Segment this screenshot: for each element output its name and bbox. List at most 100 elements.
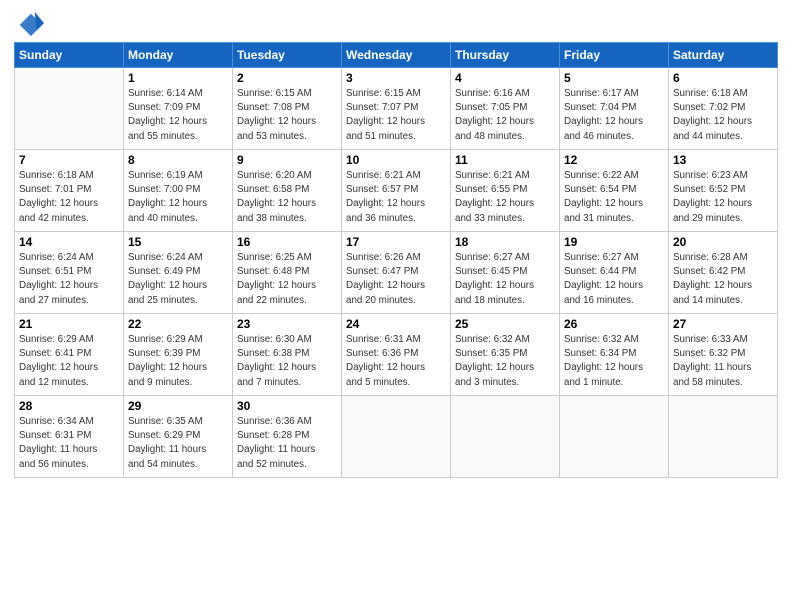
- calendar-cell: 26 Sunrise: 6:32 AMSunset: 6:34 PMDayligh…: [560, 314, 669, 396]
- day-number: 6: [673, 71, 773, 85]
- day-info: Sunrise: 6:31 AMSunset: 6:36 PMDaylight:…: [346, 333, 446, 390]
- day-number: 16: [237, 235, 337, 249]
- day-number: 21: [19, 317, 119, 331]
- calendar-cell: [560, 396, 669, 478]
- day-info: Sunrise: 6:30 AMSunset: 6:38 PMDaylight:…: [237, 333, 337, 390]
- day-info: Sunrise: 6:19 AMSunset: 7:00 PMDaylight:…: [128, 169, 228, 226]
- day-number: 24: [346, 317, 446, 331]
- day-number: 10: [346, 153, 446, 167]
- day-number: 11: [455, 153, 555, 167]
- day-info: Sunrise: 6:15 AMSunset: 7:07 PMDaylight:…: [346, 87, 446, 144]
- calendar-week-row: 14Sunrise: 6:24 AMSunset: 6:51 PMDayligh…: [15, 232, 778, 314]
- calendar-cell: 23Sunrise: 6:30 AMSunset: 6:38 PMDayligh…: [233, 314, 342, 396]
- calendar-day-header: Thursday: [451, 43, 560, 68]
- calendar-week-row: 7 Sunrise: 6:18 AMSunset: 7:01 PMDaylight…: [15, 150, 778, 232]
- day-number: 9: [237, 153, 337, 167]
- day-number: 13: [673, 153, 773, 167]
- calendar-cell: 16 Sunrise: 6:25 AMSunset: 6:48 PMDayligh…: [233, 232, 342, 314]
- day-info: Sunrise: 6:18 AMSunset: 7:01 PMDaylight:…: [19, 169, 119, 226]
- calendar-day-header: Tuesday: [233, 43, 342, 68]
- calendar-day-header: Friday: [560, 43, 669, 68]
- day-info: Sunrise: 6:35 AMSunset: 6:29 PMDaylight:…: [128, 415, 228, 472]
- calendar-cell: 29 Sunrise: 6:35 AMSunset: 6:29 PMDayligh…: [124, 396, 233, 478]
- day-info: Sunrise: 6:21 AMSunset: 6:55 PMDaylight:…: [455, 169, 555, 226]
- day-info: Sunrise: 6:17 AMSunset: 7:04 PMDaylight:…: [564, 87, 664, 144]
- day-info: Sunrise: 6:24 AMSunset: 6:51 PMDaylight:…: [19, 251, 119, 308]
- calendar-cell: 19 Sunrise: 6:27 AMSunset: 6:44 PMDayligh…: [560, 232, 669, 314]
- day-number: 5: [564, 71, 664, 85]
- day-number: 19: [564, 235, 664, 249]
- day-number: 28: [19, 399, 119, 413]
- logo-icon: [16, 10, 44, 38]
- day-number: 1: [128, 71, 228, 85]
- calendar-cell: [342, 396, 451, 478]
- day-info: Sunrise: 6:29 AMSunset: 6:39 PMDaylight:…: [128, 333, 228, 390]
- calendar-cell: 20 Sunrise: 6:28 AMSunset: 6:42 PMDayligh…: [669, 232, 778, 314]
- calendar-cell: 14Sunrise: 6:24 AMSunset: 6:51 PMDayligh…: [15, 232, 124, 314]
- day-number: 8: [128, 153, 228, 167]
- calendar-cell: 28Sunrise: 6:34 AMSunset: 6:31 PMDayligh…: [15, 396, 124, 478]
- day-number: 29: [128, 399, 228, 413]
- calendar-cell: 15Sunrise: 6:24 AMSunset: 6:49 PMDayligh…: [124, 232, 233, 314]
- calendar-cell: 8 Sunrise: 6:19 AMSunset: 7:00 PMDaylight…: [124, 150, 233, 232]
- day-info: Sunrise: 6:18 AMSunset: 7:02 PMDaylight:…: [673, 87, 773, 144]
- calendar-cell: 24 Sunrise: 6:31 AMSunset: 6:36 PMDayligh…: [342, 314, 451, 396]
- calendar-cell: 4 Sunrise: 6:16 AMSunset: 7:05 PMDaylight…: [451, 68, 560, 150]
- calendar-day-header: Monday: [124, 43, 233, 68]
- day-info: Sunrise: 6:26 AMSunset: 6:47 PMDaylight:…: [346, 251, 446, 308]
- day-number: 26: [564, 317, 664, 331]
- calendar-cell: 25 Sunrise: 6:32 AMSunset: 6:35 PMDayligh…: [451, 314, 560, 396]
- day-number: 22: [128, 317, 228, 331]
- calendar-day-header: Saturday: [669, 43, 778, 68]
- calendar-cell: 12 Sunrise: 6:22 AMSunset: 6:54 PMDayligh…: [560, 150, 669, 232]
- calendar-cell: 18 Sunrise: 6:27 AMSunset: 6:45 PMDayligh…: [451, 232, 560, 314]
- day-info: Sunrise: 6:33 AMSunset: 6:32 PMDaylight:…: [673, 333, 773, 390]
- day-number: 3: [346, 71, 446, 85]
- day-info: Sunrise: 6:14 AMSunset: 7:09 PMDaylight:…: [128, 87, 228, 144]
- day-number: 18: [455, 235, 555, 249]
- calendar-day-header: Sunday: [15, 43, 124, 68]
- calendar-cell: 21 Sunrise: 6:29 AMSunset: 6:41 PMDayligh…: [15, 314, 124, 396]
- day-number: 12: [564, 153, 664, 167]
- calendar-cell: 2 Sunrise: 6:15 AMSunset: 7:08 PMDaylight…: [233, 68, 342, 150]
- day-number: 2: [237, 71, 337, 85]
- day-number: 27: [673, 317, 773, 331]
- calendar-cell: [669, 396, 778, 478]
- day-number: 7: [19, 153, 119, 167]
- day-info: Sunrise: 6:22 AMSunset: 6:54 PMDaylight:…: [564, 169, 664, 226]
- calendar-cell: 17 Sunrise: 6:26 AMSunset: 6:47 PMDayligh…: [342, 232, 451, 314]
- calendar-cell: 13 Sunrise: 6:23 AMSunset: 6:52 PMDayligh…: [669, 150, 778, 232]
- page-header: [14, 10, 778, 34]
- calendar-cell: 10Sunrise: 6:21 AMSunset: 6:57 PMDayligh…: [342, 150, 451, 232]
- logo: [14, 10, 44, 34]
- calendar-cell: 22 Sunrise: 6:29 AMSunset: 6:39 PMDayligh…: [124, 314, 233, 396]
- day-info: Sunrise: 6:15 AMSunset: 7:08 PMDaylight:…: [237, 87, 337, 144]
- day-info: Sunrise: 6:27 AMSunset: 6:45 PMDaylight:…: [455, 251, 555, 308]
- day-info: Sunrise: 6:32 AMSunset: 6:35 PMDaylight:…: [455, 333, 555, 390]
- calendar-day-header: Wednesday: [342, 43, 451, 68]
- calendar-cell: 1 Sunrise: 6:14 AMSunset: 7:09 PMDaylight…: [124, 68, 233, 150]
- day-info: Sunrise: 6:16 AMSunset: 7:05 PMDaylight:…: [455, 87, 555, 144]
- day-number: 15: [128, 235, 228, 249]
- day-info: Sunrise: 6:25 AMSunset: 6:48 PMDaylight:…: [237, 251, 337, 308]
- calendar-cell: [451, 396, 560, 478]
- calendar-cell: 30Sunrise: 6:36 AMSunset: 6:28 PMDayligh…: [233, 396, 342, 478]
- calendar-cell: 7 Sunrise: 6:18 AMSunset: 7:01 PMDaylight…: [15, 150, 124, 232]
- day-info: Sunrise: 6:23 AMSunset: 6:52 PMDaylight:…: [673, 169, 773, 226]
- day-number: 20: [673, 235, 773, 249]
- day-number: 17: [346, 235, 446, 249]
- day-info: Sunrise: 6:27 AMSunset: 6:44 PMDaylight:…: [564, 251, 664, 308]
- day-number: 25: [455, 317, 555, 331]
- calendar-header-row: SundayMondayTuesdayWednesdayThursdayFrid…: [15, 43, 778, 68]
- calendar-table: SundayMondayTuesdayWednesdayThursdayFrid…: [14, 42, 778, 478]
- day-number: 30: [237, 399, 337, 413]
- calendar-week-row: 28Sunrise: 6:34 AMSunset: 6:31 PMDayligh…: [15, 396, 778, 478]
- calendar-cell: [15, 68, 124, 150]
- day-info: Sunrise: 6:29 AMSunset: 6:41 PMDaylight:…: [19, 333, 119, 390]
- day-info: Sunrise: 6:20 AMSunset: 6:58 PMDaylight:…: [237, 169, 337, 226]
- day-info: Sunrise: 6:28 AMSunset: 6:42 PMDaylight:…: [673, 251, 773, 308]
- calendar-cell: 5 Sunrise: 6:17 AMSunset: 7:04 PMDaylight…: [560, 68, 669, 150]
- day-info: Sunrise: 6:32 AMSunset: 6:34 PMDaylight:…: [564, 333, 664, 390]
- calendar-cell: 6 Sunrise: 6:18 AMSunset: 7:02 PMDaylight…: [669, 68, 778, 150]
- day-number: 4: [455, 71, 555, 85]
